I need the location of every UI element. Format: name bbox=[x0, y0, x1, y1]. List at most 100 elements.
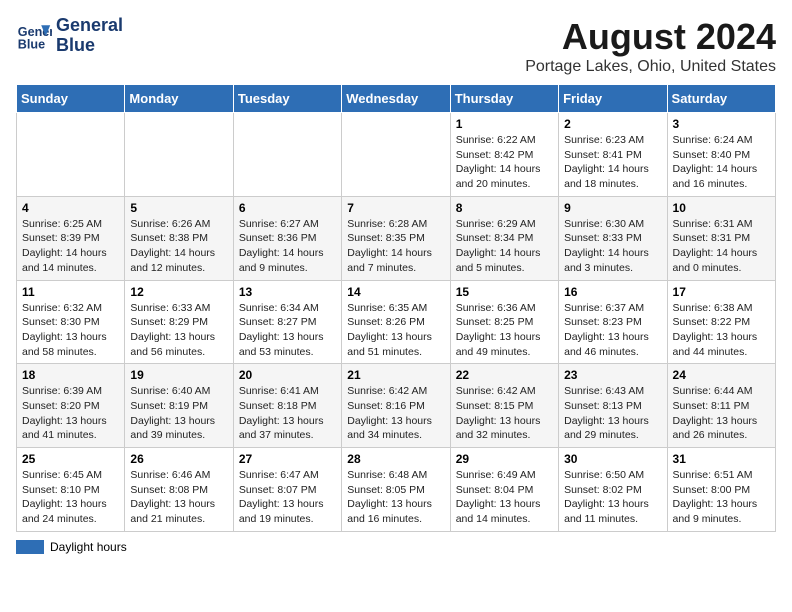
calendar-day-cell: 20Sunrise: 6:41 AM Sunset: 8:18 PM Dayli… bbox=[233, 364, 341, 448]
logo-line2: Blue bbox=[56, 36, 123, 56]
calendar-day-cell: 2Sunrise: 6:23 AM Sunset: 8:41 PM Daylig… bbox=[559, 113, 667, 197]
calendar-day-cell: 18Sunrise: 6:39 AM Sunset: 8:20 PM Dayli… bbox=[17, 364, 125, 448]
day-number: 31 bbox=[673, 452, 770, 466]
calendar-day-cell: 4 Sunrise: 6:25 AM Sunset: 8:39 PM Daylig… bbox=[17, 196, 125, 280]
calendar-weekday-header: Wednesday bbox=[342, 85, 450, 113]
day-number: 21 bbox=[347, 368, 444, 382]
calendar-weekday-header: Tuesday bbox=[233, 85, 341, 113]
day-info: Sunrise: 6:46 AM Sunset: 8:08 PM Dayligh… bbox=[130, 468, 227, 527]
day-info: Sunrise: 6:32 AM Sunset: 8:30 PM Dayligh… bbox=[22, 301, 119, 360]
day-number: 1 bbox=[456, 117, 553, 131]
day-number: 29 bbox=[456, 452, 553, 466]
calendar-week-row: 11 Sunrise: 6:32 AM Sunset: 8:30 PM Dayli… bbox=[17, 280, 776, 364]
calendar-day-cell: 24Sunrise: 6:44 AM Sunset: 8:11 PM Dayli… bbox=[667, 364, 775, 448]
calendar-day-cell: 16Sunrise: 6:37 AM Sunset: 8:23 PM Dayli… bbox=[559, 280, 667, 364]
calendar-day-cell: 10 Sunrise: 6:31 AM Sunset: 8:31 PM Dayli… bbox=[667, 196, 775, 280]
day-number: 25 bbox=[22, 452, 119, 466]
day-info: Sunrise: 6:24 AM Sunset: 8:40 PM Dayligh… bbox=[673, 133, 770, 192]
day-info: Sunrise: 6:42 AM Sunset: 8:15 PM Dayligh… bbox=[456, 384, 553, 443]
calendar-week-row: 25 Sunrise: 6:45 AM Sunset: 8:10 PM Dayli… bbox=[17, 448, 776, 532]
day-number: 30 bbox=[564, 452, 661, 466]
day-info: Sunrise: 6:47 AM Sunset: 8:07 PM Dayligh… bbox=[239, 468, 336, 527]
logo-icon: General Blue bbox=[16, 18, 52, 54]
calendar-table: SundayMondayTuesdayWednesdayThursdayFrid… bbox=[16, 84, 776, 532]
day-number: 5 bbox=[130, 201, 227, 215]
day-info: Sunrise: 6:30 AM Sunset: 8:33 PM Dayligh… bbox=[564, 217, 661, 276]
logo: General Blue General Blue bbox=[16, 16, 123, 56]
day-info: Sunrise: 6:29 AM Sunset: 8:34 PM Dayligh… bbox=[456, 217, 553, 276]
day-info: Sunrise: 6:27 AM Sunset: 8:36 PM Dayligh… bbox=[239, 217, 336, 276]
day-info: Sunrise: 6:49 AM Sunset: 8:04 PM Dayligh… bbox=[456, 468, 553, 527]
day-number: 28 bbox=[347, 452, 444, 466]
legend: Daylight hours bbox=[16, 540, 776, 554]
calendar-day-cell: 8 Sunrise: 6:29 AM Sunset: 8:34 PM Daylig… bbox=[450, 196, 558, 280]
day-info: Sunrise: 6:42 AM Sunset: 8:16 PM Dayligh… bbox=[347, 384, 444, 443]
calendar-day-cell: 14Sunrise: 6:35 AM Sunset: 8:26 PM Dayli… bbox=[342, 280, 450, 364]
day-number: 13 bbox=[239, 285, 336, 299]
day-number: 19 bbox=[130, 368, 227, 382]
calendar-day-cell bbox=[233, 113, 341, 197]
day-number: 22 bbox=[456, 368, 553, 382]
calendar-day-cell: 17Sunrise: 6:38 AM Sunset: 8:22 PM Dayli… bbox=[667, 280, 775, 364]
day-number: 15 bbox=[456, 285, 553, 299]
calendar-day-cell: 5Sunrise: 6:26 AM Sunset: 8:38 PM Daylig… bbox=[125, 196, 233, 280]
day-number: 9 bbox=[564, 201, 661, 215]
day-info: Sunrise: 6:31 AM Sunset: 8:31 PM Dayligh… bbox=[673, 217, 770, 276]
day-info: Sunrise: 6:48 AM Sunset: 8:05 PM Dayligh… bbox=[347, 468, 444, 527]
calendar-day-cell: 27 Sunrise: 6:47 AM Sunset: 8:07 PM Dayli… bbox=[233, 448, 341, 532]
day-number: 11 bbox=[22, 285, 119, 299]
svg-text:Blue: Blue bbox=[18, 37, 45, 51]
calendar-weekday-header: Saturday bbox=[667, 85, 775, 113]
title-area: August 2024 Portage Lakes, Ohio, United … bbox=[525, 16, 776, 76]
calendar-day-cell: 13Sunrise: 6:34 AM Sunset: 8:27 PM Dayli… bbox=[233, 280, 341, 364]
day-number: 10 bbox=[673, 201, 770, 215]
day-info: Sunrise: 6:28 AM Sunset: 8:35 PM Dayligh… bbox=[347, 217, 444, 276]
day-number: 27 bbox=[239, 452, 336, 466]
day-info: Sunrise: 6:45 AM Sunset: 8:10 PM Dayligh… bbox=[22, 468, 119, 527]
day-number: 4 bbox=[22, 201, 119, 215]
day-info: Sunrise: 6:50 AM Sunset: 8:02 PM Dayligh… bbox=[564, 468, 661, 527]
calendar-day-cell: 6Sunrise: 6:27 AM Sunset: 8:36 PM Daylig… bbox=[233, 196, 341, 280]
day-number: 24 bbox=[673, 368, 770, 382]
calendar-day-cell: 19Sunrise: 6:40 AM Sunset: 8:19 PM Dayli… bbox=[125, 364, 233, 448]
calendar-day-cell: 28 Sunrise: 6:48 AM Sunset: 8:05 PM Dayli… bbox=[342, 448, 450, 532]
day-info: Sunrise: 6:51 AM Sunset: 8:00 PM Dayligh… bbox=[673, 468, 770, 527]
calendar-day-cell: 1 Sunrise: 6:22 AM Sunset: 8:42 PM Daylig… bbox=[450, 113, 558, 197]
day-info: Sunrise: 6:36 AM Sunset: 8:25 PM Dayligh… bbox=[456, 301, 553, 360]
calendar-day-cell bbox=[342, 113, 450, 197]
day-info: Sunrise: 6:43 AM Sunset: 8:13 PM Dayligh… bbox=[564, 384, 661, 443]
day-info: Sunrise: 6:22 AM Sunset: 8:42 PM Dayligh… bbox=[456, 133, 553, 192]
calendar-day-cell bbox=[17, 113, 125, 197]
header: General Blue General Blue August 2024 Po… bbox=[16, 16, 776, 76]
calendar-day-cell: 23 Sunrise: 6:43 AM Sunset: 8:13 PM Dayli… bbox=[559, 364, 667, 448]
day-number: 17 bbox=[673, 285, 770, 299]
page-title: August 2024 bbox=[525, 16, 776, 58]
calendar-week-row: 1 Sunrise: 6:22 AM Sunset: 8:42 PM Daylig… bbox=[17, 113, 776, 197]
calendar-day-cell: 21 Sunrise: 6:42 AM Sunset: 8:16 PM Dayli… bbox=[342, 364, 450, 448]
day-number: 26 bbox=[130, 452, 227, 466]
calendar-day-cell: 22 Sunrise: 6:42 AM Sunset: 8:15 PM Dayli… bbox=[450, 364, 558, 448]
day-number: 12 bbox=[130, 285, 227, 299]
day-number: 7 bbox=[347, 201, 444, 215]
day-number: 23 bbox=[564, 368, 661, 382]
day-number: 2 bbox=[564, 117, 661, 131]
day-number: 8 bbox=[456, 201, 553, 215]
calendar-day-cell: 11 Sunrise: 6:32 AM Sunset: 8:30 PM Dayli… bbox=[17, 280, 125, 364]
day-number: 18 bbox=[22, 368, 119, 382]
calendar-day-cell: 29 Sunrise: 6:49 AM Sunset: 8:04 PM Dayli… bbox=[450, 448, 558, 532]
calendar-day-cell: 30 Sunrise: 6:50 AM Sunset: 8:02 PM Dayli… bbox=[559, 448, 667, 532]
calendar-header-row: SundayMondayTuesdayWednesdayThursdayFrid… bbox=[17, 85, 776, 113]
day-info: Sunrise: 6:25 AM Sunset: 8:39 PM Dayligh… bbox=[22, 217, 119, 276]
page-subtitle: Portage Lakes, Ohio, United States bbox=[525, 58, 776, 76]
calendar-weekday-header: Monday bbox=[125, 85, 233, 113]
day-number: 16 bbox=[564, 285, 661, 299]
calendar-day-cell: 15 Sunrise: 6:36 AM Sunset: 8:25 PM Dayli… bbox=[450, 280, 558, 364]
calendar-day-cell: 26 Sunrise: 6:46 AM Sunset: 8:08 PM Dayli… bbox=[125, 448, 233, 532]
legend-label: Daylight hours bbox=[50, 540, 127, 554]
legend-color-box bbox=[16, 540, 44, 554]
calendar-day-cell: 9 Sunrise: 6:30 AM Sunset: 8:33 PM Daylig… bbox=[559, 196, 667, 280]
calendar-day-cell: 12Sunrise: 6:33 AM Sunset: 8:29 PM Dayli… bbox=[125, 280, 233, 364]
calendar-day-cell: 31 Sunrise: 6:51 AM Sunset: 8:00 PM Dayli… bbox=[667, 448, 775, 532]
calendar-weekday-header: Thursday bbox=[450, 85, 558, 113]
day-info: Sunrise: 6:35 AM Sunset: 8:26 PM Dayligh… bbox=[347, 301, 444, 360]
